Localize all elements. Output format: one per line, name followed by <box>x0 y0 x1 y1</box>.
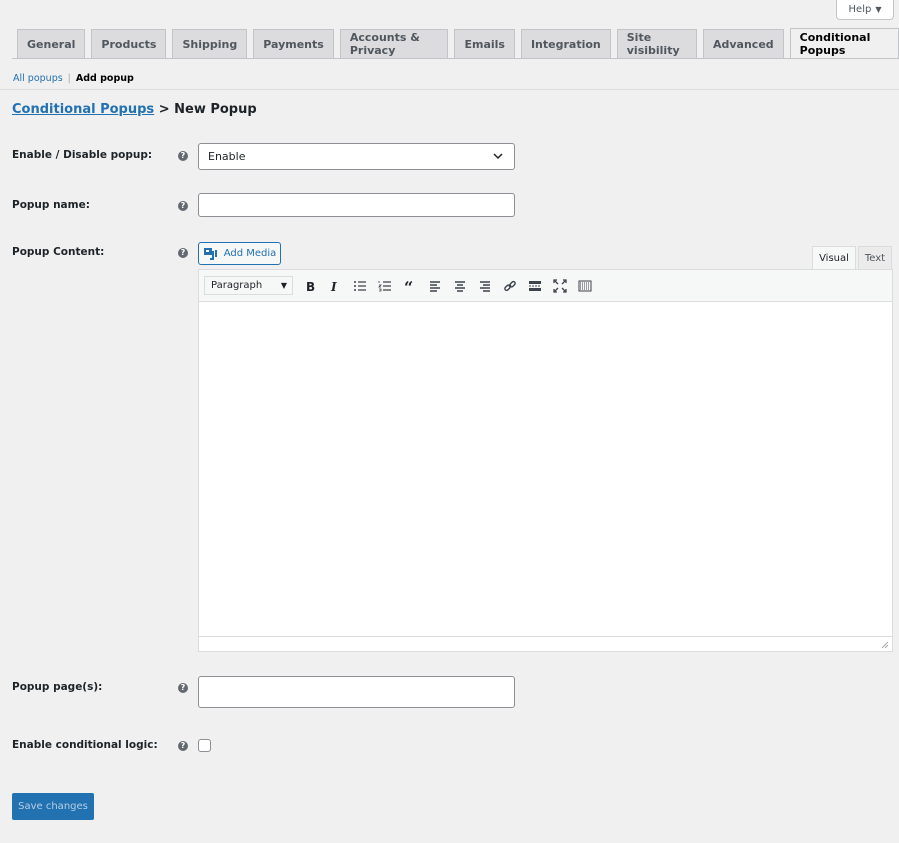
popup-name-input[interactable] <box>198 193 515 217</box>
popup-name-label: Popup name: <box>12 199 90 211</box>
format-select[interactable]: Paragraph ▼ <box>204 276 293 295</box>
blockquote-icon[interactable]: “ <box>397 274 422 298</box>
add-media-button[interactable]: Add Media <box>198 242 281 265</box>
visual-tab[interactable]: Visual <box>812 246 856 269</box>
popup-pages-input[interactable] <box>198 676 515 708</box>
align-right-icon[interactable] <box>472 274 497 298</box>
help-tip-icon[interactable]: ? <box>178 248 188 258</box>
svg-text:B: B <box>306 280 315 293</box>
popup-pages-label: Popup page(s): <box>12 681 103 693</box>
subnav-separator: | <box>67 73 71 84</box>
tab-integration[interactable]: Integration <box>520 29 611 58</box>
enable-popup-select[interactable]: Enable <box>198 143 515 170</box>
caret-down-icon: ▼ <box>875 5 882 14</box>
bold-icon[interactable]: B <box>297 274 322 298</box>
editor-statusbar <box>199 636 892 651</box>
media-icon <box>203 248 217 260</box>
caret-down-icon: ▼ <box>280 281 287 290</box>
add-media-label: Add Media <box>223 248 277 259</box>
settings-tabs: General Products Shipping Payments Accou… <box>12 28 899 59</box>
content-editor[interactable]: Paragraph ▼ B I “ <box>198 269 893 652</box>
svg-text:I: I <box>330 280 337 293</box>
tab-general[interactable]: General <box>17 29 86 58</box>
italic-icon[interactable]: I <box>322 274 347 298</box>
align-left-icon[interactable] <box>422 274 447 298</box>
link-icon[interactable] <box>497 274 522 298</box>
help-label: Help <box>848 4 872 15</box>
tab-emails[interactable]: Emails <box>454 29 515 58</box>
bullet-list-icon[interactable] <box>347 274 372 298</box>
help-tip-icon[interactable]: ? <box>178 151 188 161</box>
tab-shipping[interactable]: Shipping <box>172 29 248 58</box>
add-popup-current: Add popup <box>75 73 134 84</box>
enable-popup-label: Enable / Disable popup: <box>12 149 153 161</box>
help-tip-icon[interactable]: ? <box>178 741 188 751</box>
align-center-icon[interactable] <box>447 274 472 298</box>
help-button[interactable]: Help ▼ <box>836 0 894 20</box>
tab-site-visibility[interactable]: Site visibility <box>616 29 697 58</box>
tab-accounts-privacy[interactable]: Accounts & Privacy <box>339 29 449 58</box>
sub-navigation: All popups | Add popup <box>13 73 134 84</box>
conditional-logic-checkbox[interactable] <box>198 739 211 752</box>
resize-grip-icon[interactable] <box>881 641 889 649</box>
divider <box>0 89 899 90</box>
save-changes-button[interactable]: Save changes <box>12 793 94 820</box>
tab-products[interactable]: Products <box>91 29 167 58</box>
text-tab[interactable]: Text <box>858 246 892 269</box>
page-title: Conditional Popups > New Popup <box>12 102 257 117</box>
tab-payments[interactable]: Payments <box>253 29 334 58</box>
format-value: Paragraph <box>211 280 263 291</box>
page-title-rest: > New Popup <box>154 102 257 117</box>
tab-conditional-popups[interactable]: Conditional Popups <box>789 28 899 58</box>
popup-content-label: Popup Content: <box>12 246 105 258</box>
svg-text:“: “ <box>404 279 413 293</box>
fullscreen-icon[interactable] <box>547 274 572 298</box>
numbered-list-icon[interactable] <box>372 274 397 298</box>
conditional-logic-label: Enable conditional logic: <box>12 739 158 751</box>
tab-advanced[interactable]: Advanced <box>702 29 784 58</box>
help-tip-icon[interactable]: ? <box>178 201 188 211</box>
enable-popup-value: Enable <box>208 150 246 163</box>
conditional-popups-link[interactable]: Conditional Popups <box>12 102 154 117</box>
all-popups-link[interactable]: All popups <box>13 73 63 84</box>
editor-toolbar: Paragraph ▼ B I “ <box>199 270 892 302</box>
toolbar-toggle-icon[interactable] <box>572 274 597 298</box>
read-more-icon[interactable] <box>522 274 547 298</box>
chevron-down-icon <box>493 153 503 160</box>
help-tip-icon[interactable]: ? <box>178 683 188 693</box>
